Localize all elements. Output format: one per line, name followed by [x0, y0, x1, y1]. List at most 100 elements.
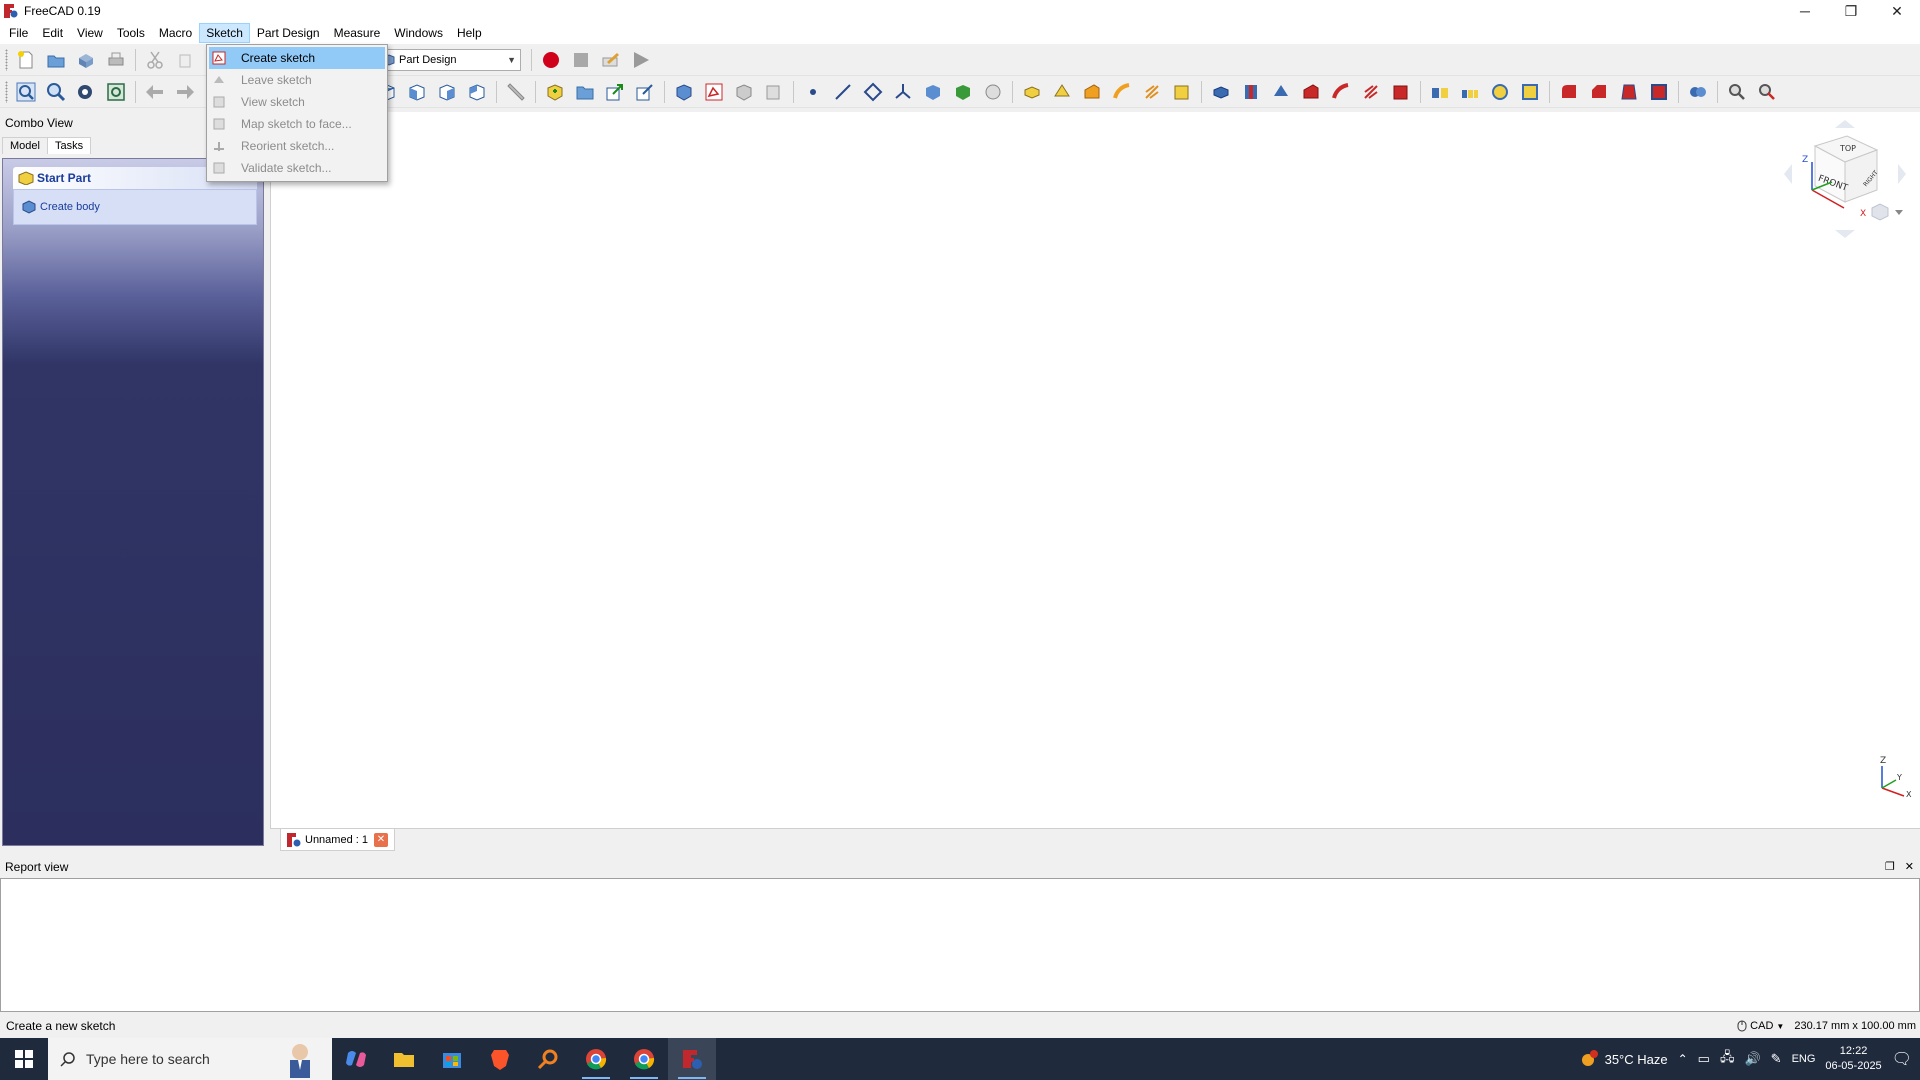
save-icon[interactable] — [74, 48, 98, 72]
network-icon[interactable]: 🖧 — [1720, 1048, 1735, 1070]
measure-clear-icon[interactable] — [1755, 80, 1779, 104]
menu-item-view-sketch[interactable]: View sketch — [207, 91, 387, 113]
additive-pipe-icon[interactable] — [1110, 80, 1134, 104]
taskbar-brave-icon[interactable] — [476, 1038, 524, 1080]
arrow-right-icon[interactable] — [173, 80, 197, 104]
taskbar-copilot-icon[interactable] — [332, 1038, 380, 1080]
create-sketch-icon[interactable] — [702, 80, 726, 104]
fit-selection-icon[interactable] — [44, 80, 68, 104]
pocket-icon[interactable] — [1209, 80, 1233, 104]
pad-icon[interactable] — [1020, 80, 1044, 104]
fit-all-icon[interactable] — [14, 80, 38, 104]
menu-windows[interactable]: Windows — [387, 23, 450, 43]
subtractive-primitive-icon[interactable] — [1389, 80, 1413, 104]
create-link-icon[interactable] — [603, 80, 627, 104]
clone-body-icon[interactable] — [981, 80, 1005, 104]
menu-tools[interactable]: Tools — [110, 23, 152, 43]
arrow-left-icon[interactable] — [143, 80, 167, 104]
clone-icon[interactable] — [762, 80, 786, 104]
taskbar-freecad-icon[interactable] — [668, 1038, 716, 1080]
restore-button[interactable]: ❐ — [1828, 0, 1874, 22]
document-tab-unnamed[interactable]: Unnamed : 1 ✕ — [280, 829, 395, 851]
navigation-cube[interactable]: TOP FRONT RIGHT Z X — [1780, 116, 1910, 256]
measure-ruler-icon[interactable] — [504, 80, 528, 104]
navigation-style-selector[interactable]: CAD ▼ — [1737, 1020, 1784, 1032]
menu-measure[interactable]: Measure — [327, 23, 388, 43]
menu-view[interactable]: View — [70, 23, 110, 43]
multi-transform-icon[interactable] — [1518, 80, 1542, 104]
create-body-icon[interactable] — [543, 80, 567, 104]
taskbar-search-box[interactable]: Type here to search — [48, 1038, 332, 1080]
additive-primitive-icon[interactable] — [1170, 80, 1194, 104]
view-left-icon[interactable] — [465, 80, 489, 104]
datum-line-icon[interactable] — [831, 80, 855, 104]
datum-plane-icon[interactable] — [861, 80, 885, 104]
cut-icon[interactable] — [143, 48, 167, 72]
3d-view[interactable]: TOP FRONT RIGHT Z X Z Y X — [270, 112, 1920, 828]
taskbar-chrome-2-icon[interactable] — [620, 1038, 668, 1080]
groove-icon[interactable] — [1269, 80, 1293, 104]
volume-icon[interactable]: 🔊 — [1744, 1051, 1760, 1067]
view-rear-icon[interactable] — [435, 80, 459, 104]
shape-binder-icon[interactable] — [921, 80, 945, 104]
float-panel-icon[interactable]: ❐ — [1885, 856, 1895, 878]
macro-stop-icon[interactable] — [569, 48, 593, 72]
subtractive-helix-icon[interactable] — [1359, 80, 1383, 104]
pen-icon[interactable]: ✎ — [1771, 1051, 1782, 1067]
subtractive-pipe-icon[interactable] — [1329, 80, 1353, 104]
polar-pattern-icon[interactable] — [1488, 80, 1512, 104]
tab-tasks[interactable]: Tasks — [46, 137, 92, 154]
taskbar-chrome-icon[interactable] — [572, 1038, 620, 1080]
datum-point-icon[interactable] — [801, 80, 825, 104]
menu-edit[interactable]: Edit — [35, 23, 70, 43]
linear-pattern-icon[interactable] — [1458, 80, 1482, 104]
local-coordinate-system-icon[interactable] — [891, 80, 915, 104]
minimize-button[interactable]: ─ — [1782, 0, 1828, 22]
additive-loft-icon[interactable] — [1080, 80, 1104, 104]
new-document-icon[interactable] — [14, 48, 38, 72]
menu-help[interactable]: Help — [450, 23, 489, 43]
subshape-binder-icon[interactable] — [951, 80, 975, 104]
create-shape-binder-icon[interactable] — [672, 80, 696, 104]
copy-icon[interactable] — [173, 48, 197, 72]
macro-record-icon[interactable] — [539, 48, 563, 72]
notification-center-icon[interactable]: 🗨 — [1892, 1049, 1912, 1069]
tab-model[interactable]: Model — [2, 137, 48, 154]
menu-item-leave-sketch[interactable]: Leave sketch — [207, 69, 387, 91]
hole-icon[interactable] — [1239, 80, 1263, 104]
taskbar-store-icon[interactable] — [428, 1038, 476, 1080]
revolution-icon[interactable] — [1050, 80, 1074, 104]
additive-helix-icon[interactable] — [1140, 80, 1164, 104]
menu-item-create-sketch[interactable]: Create sketch — [209, 47, 385, 69]
subtractive-loft-icon[interactable] — [1299, 80, 1323, 104]
meet-now-icon[interactable]: ▭ — [1698, 1051, 1710, 1067]
create-group-icon[interactable] — [573, 80, 597, 104]
menu-item-validate-sketch[interactable]: Validate sketch... — [207, 157, 387, 179]
draw-style-icon[interactable] — [74, 80, 98, 104]
workbench-selector[interactable]: Part Design ▼ — [377, 48, 521, 71]
taskbar-search-app-icon[interactable] — [524, 1038, 572, 1080]
weather-widget[interactable]: 35°C Haze — [1579, 1049, 1668, 1069]
menu-item-reorient-sketch[interactable]: Reorient sketch... — [207, 135, 387, 157]
validate-sketch-icon[interactable] — [732, 80, 756, 104]
language-indicator[interactable]: ENG — [1792, 1053, 1816, 1065]
view-front-icon[interactable] — [405, 80, 429, 104]
open-document-icon[interactable] — [44, 48, 68, 72]
bounding-box-icon[interactable] — [104, 80, 128, 104]
draft-icon[interactable] — [1617, 80, 1641, 104]
thickness-icon[interactable] — [1647, 80, 1671, 104]
chevron-up-icon[interactable]: ⌃ — [1678, 1052, 1688, 1066]
chamfer-icon[interactable] — [1587, 80, 1611, 104]
taskbar-file-explorer-icon[interactable] — [380, 1038, 428, 1080]
toolbar-grip[interactable] — [5, 80, 8, 103]
close-panel-icon[interactable]: ✕ — [1905, 856, 1914, 878]
macro-execute-icon[interactable] — [629, 48, 653, 72]
menu-part-design[interactable]: Part Design — [250, 23, 327, 43]
print-icon[interactable] — [104, 48, 128, 72]
toolbar-grip[interactable] — [5, 48, 8, 71]
mirrored-icon[interactable] — [1428, 80, 1452, 104]
link-actions-icon[interactable] — [633, 80, 657, 104]
menu-sketch[interactable]: Sketch — [199, 23, 250, 43]
start-button[interactable] — [0, 1038, 48, 1080]
menu-item-map-sketch-to-face[interactable]: Map sketch to face... — [207, 113, 387, 135]
